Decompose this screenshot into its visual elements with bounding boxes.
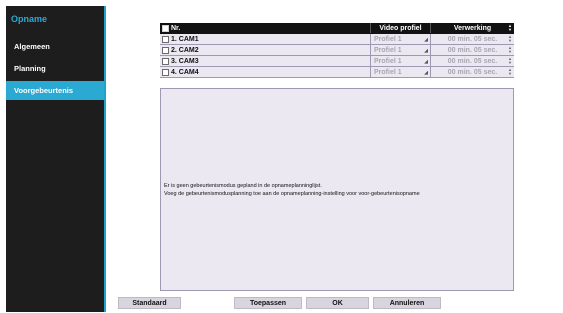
sidebar-item-planning[interactable]: Planning bbox=[6, 59, 104, 78]
header-profile-label: Video profiel bbox=[379, 24, 422, 32]
time-value: 00 min. 05 sec. bbox=[447, 57, 498, 65]
header-nr: Nr. bbox=[160, 23, 371, 33]
time-value: 00 min. 05 sec. bbox=[447, 35, 498, 43]
row-camera-cell: 2. CAM2 bbox=[160, 45, 371, 55]
spinner-icon[interactable]: ▲ ▼ bbox=[508, 46, 512, 54]
spinner-icon[interactable]: ▲ ▼ bbox=[508, 68, 512, 76]
camera-name: 1. CAM1 bbox=[171, 35, 199, 43]
dropdown-corner-icon: ◢ bbox=[424, 59, 428, 65]
default-button[interactable]: Standaard bbox=[118, 297, 181, 309]
profile-select[interactable]: Profiel 1 ◢ bbox=[371, 34, 431, 44]
time-value: 00 min. 05 sec. bbox=[447, 46, 498, 54]
header-profile: Video profiel bbox=[371, 23, 431, 33]
camera-table: Nr. Video profiel Verwerking ▲ ▼ 1. CAM1 … bbox=[160, 23, 514, 78]
spinner-icon[interactable]: ▲ ▼ bbox=[508, 35, 512, 43]
table-row: 1. CAM1 Profiel 1 ◢ 00 min. 05 sec. ▲ ▼ bbox=[160, 34, 514, 45]
row-camera-cell: 1. CAM1 bbox=[160, 34, 371, 44]
row-camera-cell: 4. CAM4 bbox=[160, 67, 371, 77]
table-row: 4. CAM4 Profiel 1 ◢ 00 min. 05 sec. ▲ ▼ bbox=[160, 67, 514, 78]
sidebar: Opname Algemeen Planning Voorgebeurtenis bbox=[6, 6, 106, 312]
time-value: 00 min. 05 sec. bbox=[447, 68, 498, 76]
profile-value: Profiel 1 bbox=[374, 46, 402, 54]
row-checkbox[interactable] bbox=[162, 35, 169, 43]
row-checkbox[interactable] bbox=[162, 57, 169, 65]
time-stepper[interactable]: 00 min. 05 sec. ▲ ▼ bbox=[431, 45, 514, 55]
header-nr-label: Nr. bbox=[171, 24, 181, 32]
sidebar-item-voorgebeurtenis[interactable]: Voorgebeurtenis bbox=[6, 81, 104, 100]
schedule-info-panel: Er is geen gebeurtenismodus gepland in d… bbox=[160, 88, 514, 291]
select-all-checkbox[interactable] bbox=[162, 24, 169, 32]
info-message-line2: Voeg de gebeurtenismodusplanning toe aan… bbox=[164, 190, 420, 197]
row-camera-cell: 3. CAM3 bbox=[160, 56, 371, 66]
row-checkbox[interactable] bbox=[162, 46, 169, 54]
profile-select[interactable]: Profiel 1 ◢ bbox=[371, 67, 431, 77]
sidebar-item-algemeen[interactable]: Algemeen bbox=[6, 37, 104, 56]
ok-button[interactable]: OK bbox=[306, 297, 369, 309]
table-row: 3. CAM3 Profiel 1 ◢ 00 min. 05 sec. ▲ ▼ bbox=[160, 56, 514, 67]
dropdown-corner-icon: ◢ bbox=[424, 48, 428, 54]
row-checkbox[interactable] bbox=[162, 68, 169, 76]
spinner-icon[interactable]: ▲ ▼ bbox=[508, 24, 512, 32]
spinner-icon[interactable]: ▲ ▼ bbox=[508, 57, 512, 65]
profile-select[interactable]: Profiel 1 ◢ bbox=[371, 56, 431, 66]
header-processing-label: Verwerking bbox=[453, 24, 492, 32]
profile-value: Profiel 1 bbox=[374, 68, 402, 76]
cancel-button[interactable]: Annuleren bbox=[373, 297, 441, 309]
profile-value: Profiel 1 bbox=[374, 35, 402, 43]
dropdown-corner-icon: ◢ bbox=[424, 70, 428, 76]
sidebar-title: Opname bbox=[11, 14, 48, 24]
table-row: 2. CAM2 Profiel 1 ◢ 00 min. 05 sec. ▲ ▼ bbox=[160, 45, 514, 56]
time-stepper[interactable]: 00 min. 05 sec. ▲ ▼ bbox=[431, 34, 514, 44]
time-stepper[interactable]: 00 min. 05 sec. ▲ ▼ bbox=[431, 56, 514, 66]
table-header: Nr. Video profiel Verwerking ▲ ▼ bbox=[160, 23, 514, 34]
header-processing: Verwerking ▲ ▼ bbox=[431, 23, 514, 33]
info-message: Er is geen gebeurtenismodus gepland in d… bbox=[164, 183, 420, 198]
apply-button[interactable]: Toepassen bbox=[234, 297, 302, 309]
profile-value: Profiel 1 bbox=[374, 57, 402, 65]
profile-select[interactable]: Profiel 1 ◢ bbox=[371, 45, 431, 55]
info-message-line1: Er is geen gebeurtenismodus gepland in d… bbox=[164, 183, 322, 189]
camera-name: 3. CAM3 bbox=[171, 57, 199, 65]
time-stepper[interactable]: 00 min. 05 sec. ▲ ▼ bbox=[431, 67, 514, 77]
camera-name: 2. CAM2 bbox=[171, 46, 199, 54]
camera-name: 4. CAM4 bbox=[171, 68, 199, 76]
dropdown-corner-icon: ◢ bbox=[424, 37, 428, 43]
